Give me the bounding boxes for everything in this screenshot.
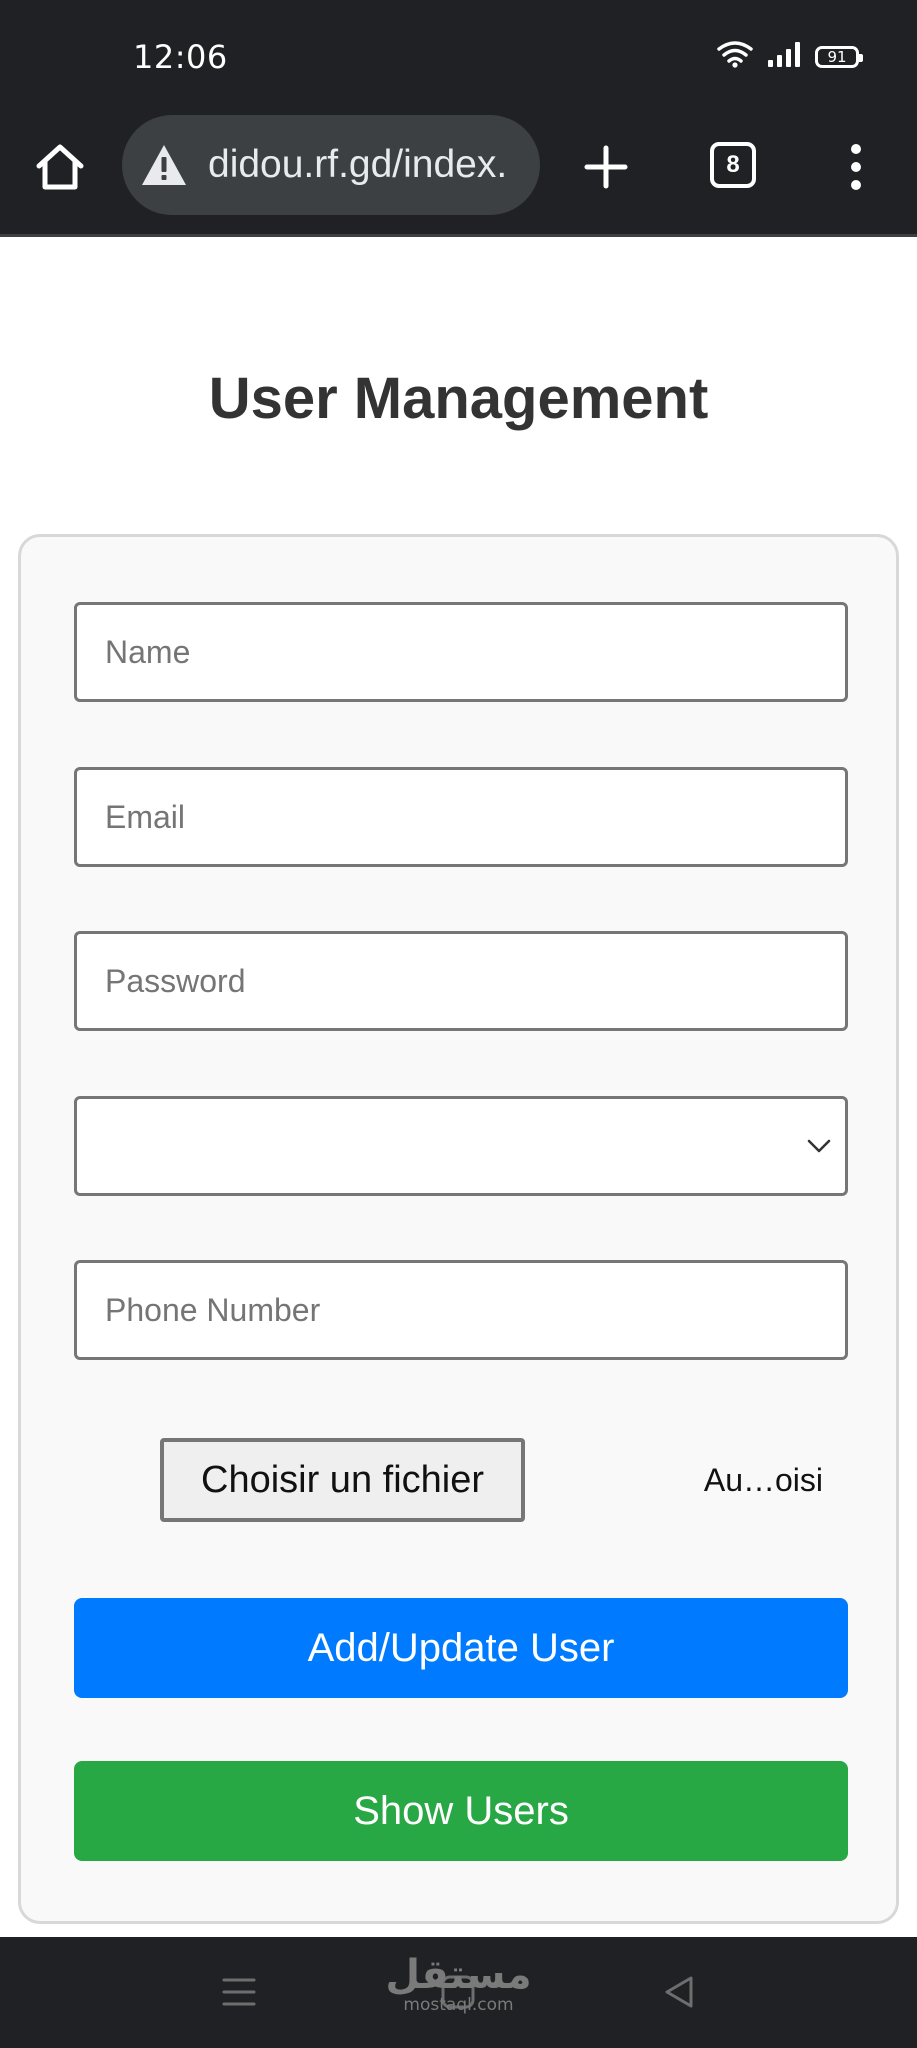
file-status-text: Au…oisi — [703, 1462, 823, 1498]
menu-dot — [851, 180, 861, 190]
password-input[interactable] — [74, 931, 848, 1031]
url-text: didou.rf.gd/index. — [208, 143, 508, 186]
choose-file-button[interactable]: Choisir un fichier — [160, 1438, 525, 1522]
email-input[interactable] — [74, 767, 848, 867]
system-nav-bar: مستقل mostaql.com — [0, 1937, 917, 2048]
role-select[interactable] — [74, 1096, 848, 1196]
file-input: Choisir un fichier Au…oisi — [74, 1438, 848, 1522]
browser-toolbar: didou.rf.gd/index. 8 — [0, 115, 917, 237]
address-bar[interactable]: didou.rf.gd/index. — [122, 115, 540, 215]
name-input[interactable] — [74, 602, 848, 702]
status-time: 12:06 — [133, 38, 228, 76]
tabs-button[interactable]: 8 — [710, 142, 756, 188]
phone-input[interactable] — [74, 1260, 848, 1360]
menu-icon[interactable] — [214, 1967, 264, 2017]
user-form-card: Choisir un fichier Au…oisi Add/Update Us… — [18, 534, 899, 1924]
home-icon — [36, 144, 84, 190]
back-icon[interactable] — [654, 1967, 704, 2017]
menu-dot — [851, 144, 861, 154]
signal-icon — [767, 41, 801, 72]
tab-count: 8 — [726, 151, 740, 178]
chevron-down-icon — [807, 1139, 831, 1153]
home-button[interactable] — [30, 137, 90, 197]
menu-dot — [851, 162, 861, 172]
add-update-user-button[interactable]: Add/Update User — [74, 1598, 848, 1698]
battery-icon: 91 — [815, 45, 863, 68]
battery-level: 91 — [827, 47, 847, 66]
page-title: User Management — [208, 366, 709, 431]
more-vert-icon[interactable] — [836, 137, 876, 197]
wifi-icon — [717, 40, 753, 73]
status-bar: 12:06 91 — [0, 0, 917, 115]
status-icons: 91 — [717, 40, 863, 73]
new-tab-button[interactable] — [576, 137, 636, 197]
plus-icon — [584, 145, 628, 189]
show-users-button[interactable]: Show Users — [74, 1761, 848, 1861]
home-square-icon[interactable] — [433, 1967, 483, 2017]
warning-icon — [142, 145, 186, 185]
